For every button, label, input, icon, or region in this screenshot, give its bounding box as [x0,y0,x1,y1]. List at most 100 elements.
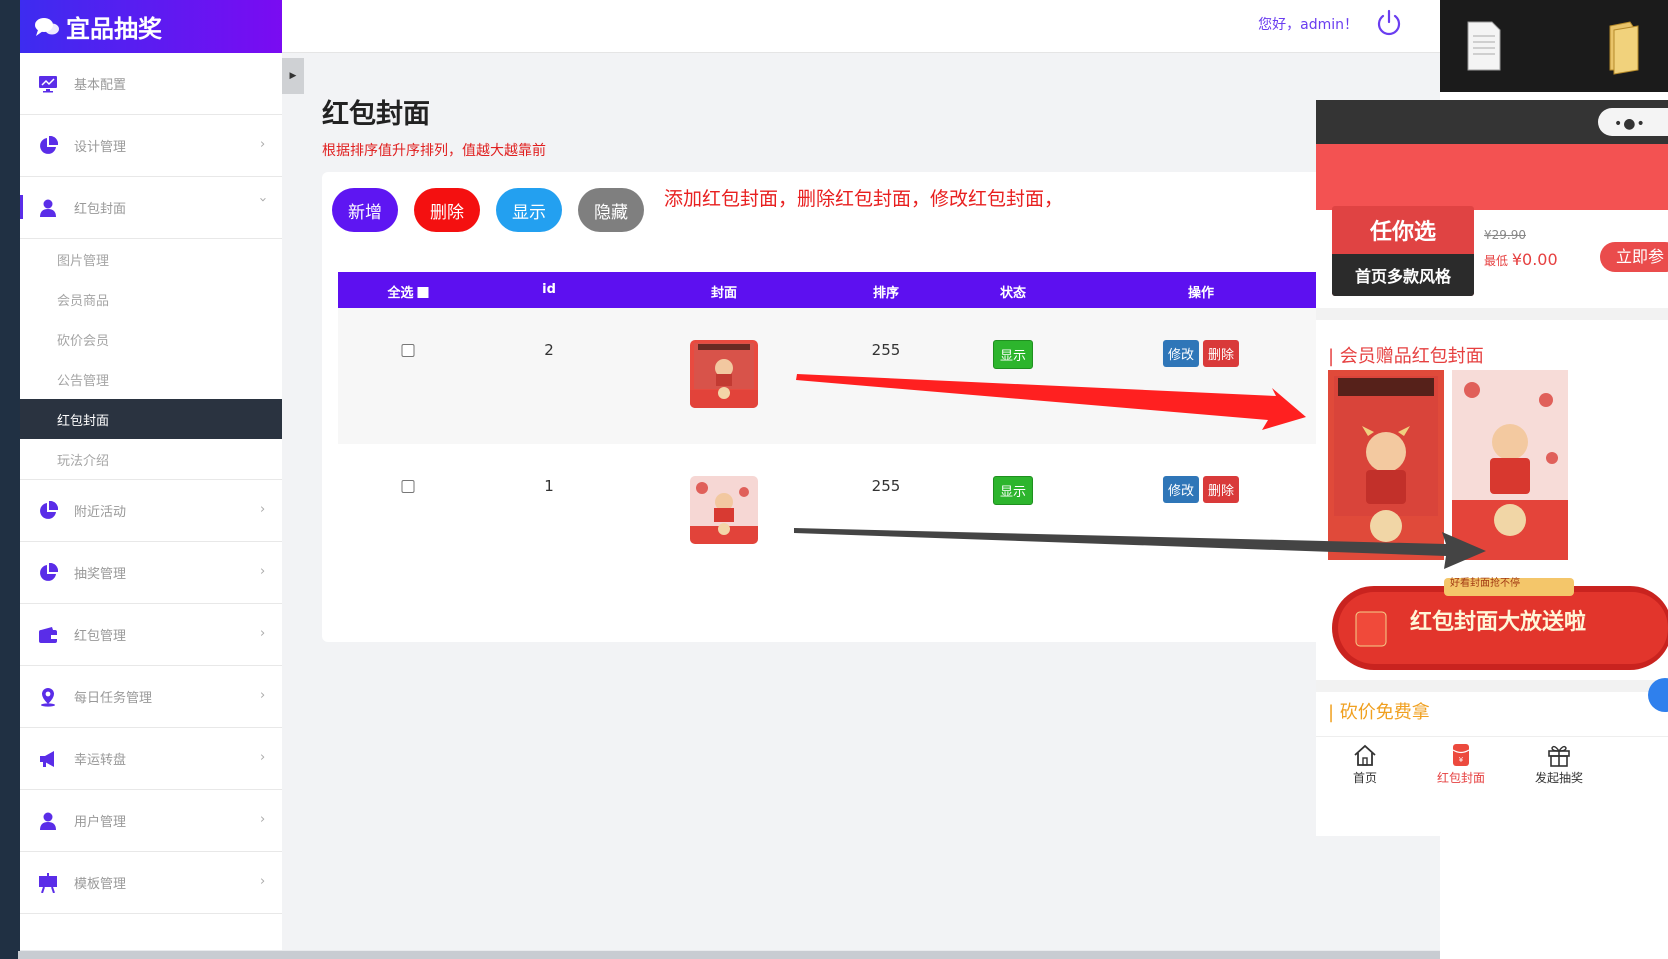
phone-preview: •●• 任你选 首页多款风格 ¥29.90 最低 ¥0.00 立即参 | 会员赠… [1316,100,1668,836]
table-row: 1 255 显示 修改 删除 [338,444,1440,580]
row-delete-button[interactable]: 删除 [1203,476,1240,503]
sidebar-item-label: 附近活动 [74,505,127,520]
row-checkbox[interactable] [401,344,415,357]
section-title-bargain: | 砍价免费拿 [1328,702,1430,723]
text-file-icon[interactable] [1464,20,1504,78]
sidebar-item-users[interactable]: 用户管理 › [20,790,282,852]
separator [1316,308,1668,320]
table-row: 2 255 显示 修改 删除 [338,308,1440,444]
product-card[interactable]: 任你选 首页多款风格 [1332,206,1474,296]
sidebar-item-label: 幸运转盘 [74,753,127,768]
pie-chart-icon [38,135,58,156]
sidebar-item-nearby[interactable]: 附近活动 › [20,480,282,542]
chevron-right-icon: › [260,137,266,152]
price-line: 最低 ¥0.00 [1484,250,1558,269]
float-button[interactable] [1648,678,1668,712]
banner-tag: 好看封面抢不停 [1450,578,1520,589]
sub-item-images[interactable]: 图片管理 [20,239,282,279]
taskbar-strip [18,951,1458,959]
sub-item-notice[interactable]: 公告管理 [20,359,282,399]
topbar: 您好，admin！ [282,0,1440,53]
delete-button[interactable]: 删除 [414,188,480,232]
sub-item-red-cover[interactable]: 红包封面 [20,399,282,439]
separator [1316,680,1668,692]
desktop-left-edge [0,0,20,959]
chat-icon [35,17,59,36]
sidebar-item-lottery[interactable]: 抽奖管理 › [20,542,282,604]
chevron-right-icon: › [260,750,266,765]
tab-start-lottery[interactable]: 发起抽奖 [1524,743,1594,786]
sidebar-collapse-button[interactable]: ▶ [282,58,304,94]
red-cover-image[interactable] [1328,370,1444,560]
sidebar-item-label: 基本配置 [74,78,127,93]
brand-logo[interactable]: 宜品抽奖 [20,0,282,53]
user-icon [38,811,58,831]
join-button[interactable]: 立即参 [1600,242,1668,272]
sub-item-play-intro[interactable]: 玩法介绍 [20,439,282,479]
megaphone-icon [38,749,58,769]
cover-thumbnail[interactable] [690,476,758,544]
red-cover-image[interactable] [1452,370,1568,560]
header-id: id [542,282,556,297]
chevron-right-icon: › [260,874,266,889]
sub-item-member-goods[interactable]: 会员商品 [20,279,282,319]
sidebar-item-label: 设计管理 [74,140,127,155]
user-greeting[interactable]: 您好，admin！ [1258,14,1358,34]
folder-icon[interactable] [1604,20,1644,78]
more-icon[interactable]: •●• [1614,116,1646,132]
svg-text:¥: ¥ [1459,756,1464,764]
tab-home[interactable]: 首页 [1330,743,1400,786]
show-button[interactable]: 显示 [496,188,562,232]
monitor-chart-icon [38,74,58,94]
sidebar-item-design[interactable]: 设计管理 › [20,115,282,177]
row-checkbox[interactable] [401,480,415,493]
header-status: 状态 [999,286,1027,301]
home-icon [1354,744,1376,766]
phone-red-banner [1316,144,1668,210]
chevron-right-icon: › [260,688,266,703]
sidebar-item-red-packet[interactable]: 红包管理 › [20,604,282,666]
sidebar-item-daily-task[interactable]: 每日任务管理 › [20,666,282,728]
product-subtitle: 首页多款风格 [1332,254,1474,296]
page-title: 红包封面 [322,99,430,130]
sidebar-item-lucky-wheel[interactable]: 幸运转盘 › [20,728,282,790]
chevron-right-icon: › [260,564,266,579]
sidebar-item-basic-config[interactable]: 基本配置 [20,53,282,115]
annotation-text: 添加红包封面，删除红包封面，修改红包封面， [664,188,1064,210]
edit-button[interactable]: 修改 [1162,476,1199,503]
cover-thumbnail[interactable] [690,340,758,408]
sidebar-item-templates[interactable]: 模板管理 › [20,852,282,914]
mini-program-capsule[interactable]: •●• [1598,108,1668,136]
old-price: ¥29.90 [1484,228,1526,242]
header-cover: 封面 [710,286,738,301]
select-all-checkbox[interactable] [417,287,429,298]
tab-red-cover[interactable]: ¥ 红包封面 [1426,743,1496,786]
page-subtitle: 根据排序值升序排列，值越大越靠前 [322,143,546,159]
header-action: 操作 [1187,286,1215,301]
row-delete-button[interactable]: 删除 [1203,340,1240,367]
sidebar-item-red-cover[interactable]: 红包封面 › [20,177,282,239]
row-sort: 255 [871,477,901,495]
sidebar-item-label: 红包封面 [74,202,127,217]
user-icon [38,198,58,218]
hide-button[interactable]: 隐藏 [578,188,644,232]
add-button[interactable]: 新增 [332,188,398,232]
row-sort: 255 [871,341,901,359]
row-actions: 修改 删除 [1162,476,1240,503]
status-badge[interactable]: 显示 [992,476,1034,505]
cover-table: 全选 id 封面 排序 状态 操作 2 255 显示 修改 删除 1 255 显… [338,272,1440,580]
row-id: 2 [544,341,554,359]
header-select-all[interactable]: 全选 [387,282,429,301]
location-icon [38,687,58,707]
chevron-right-icon: › [260,626,266,641]
admin-window: 宜品抽奖 您好，admin！ 基本配置 设计管理 › 红包封面 › 图片管理 会… [20,0,1440,950]
power-icon[interactable] [1374,8,1404,38]
sidebar-item-label: 模板管理 [74,877,127,892]
price-prefix: 最低 [1484,254,1509,268]
sidebar: 基本配置 设计管理 › 红包封面 › 图片管理 会员商品 砍价会员 公告管理 红… [20,53,282,950]
status-badge[interactable]: 显示 [992,340,1034,369]
row-id: 1 [544,477,554,495]
edit-button[interactable]: 修改 [1162,340,1199,367]
content-panel: 新增 删除 显示 隐藏 添加红包封面，删除红包封面，修改红包封面， 全选 id … [322,172,1440,642]
sub-item-bargain-member[interactable]: 砍价会员 [20,319,282,359]
